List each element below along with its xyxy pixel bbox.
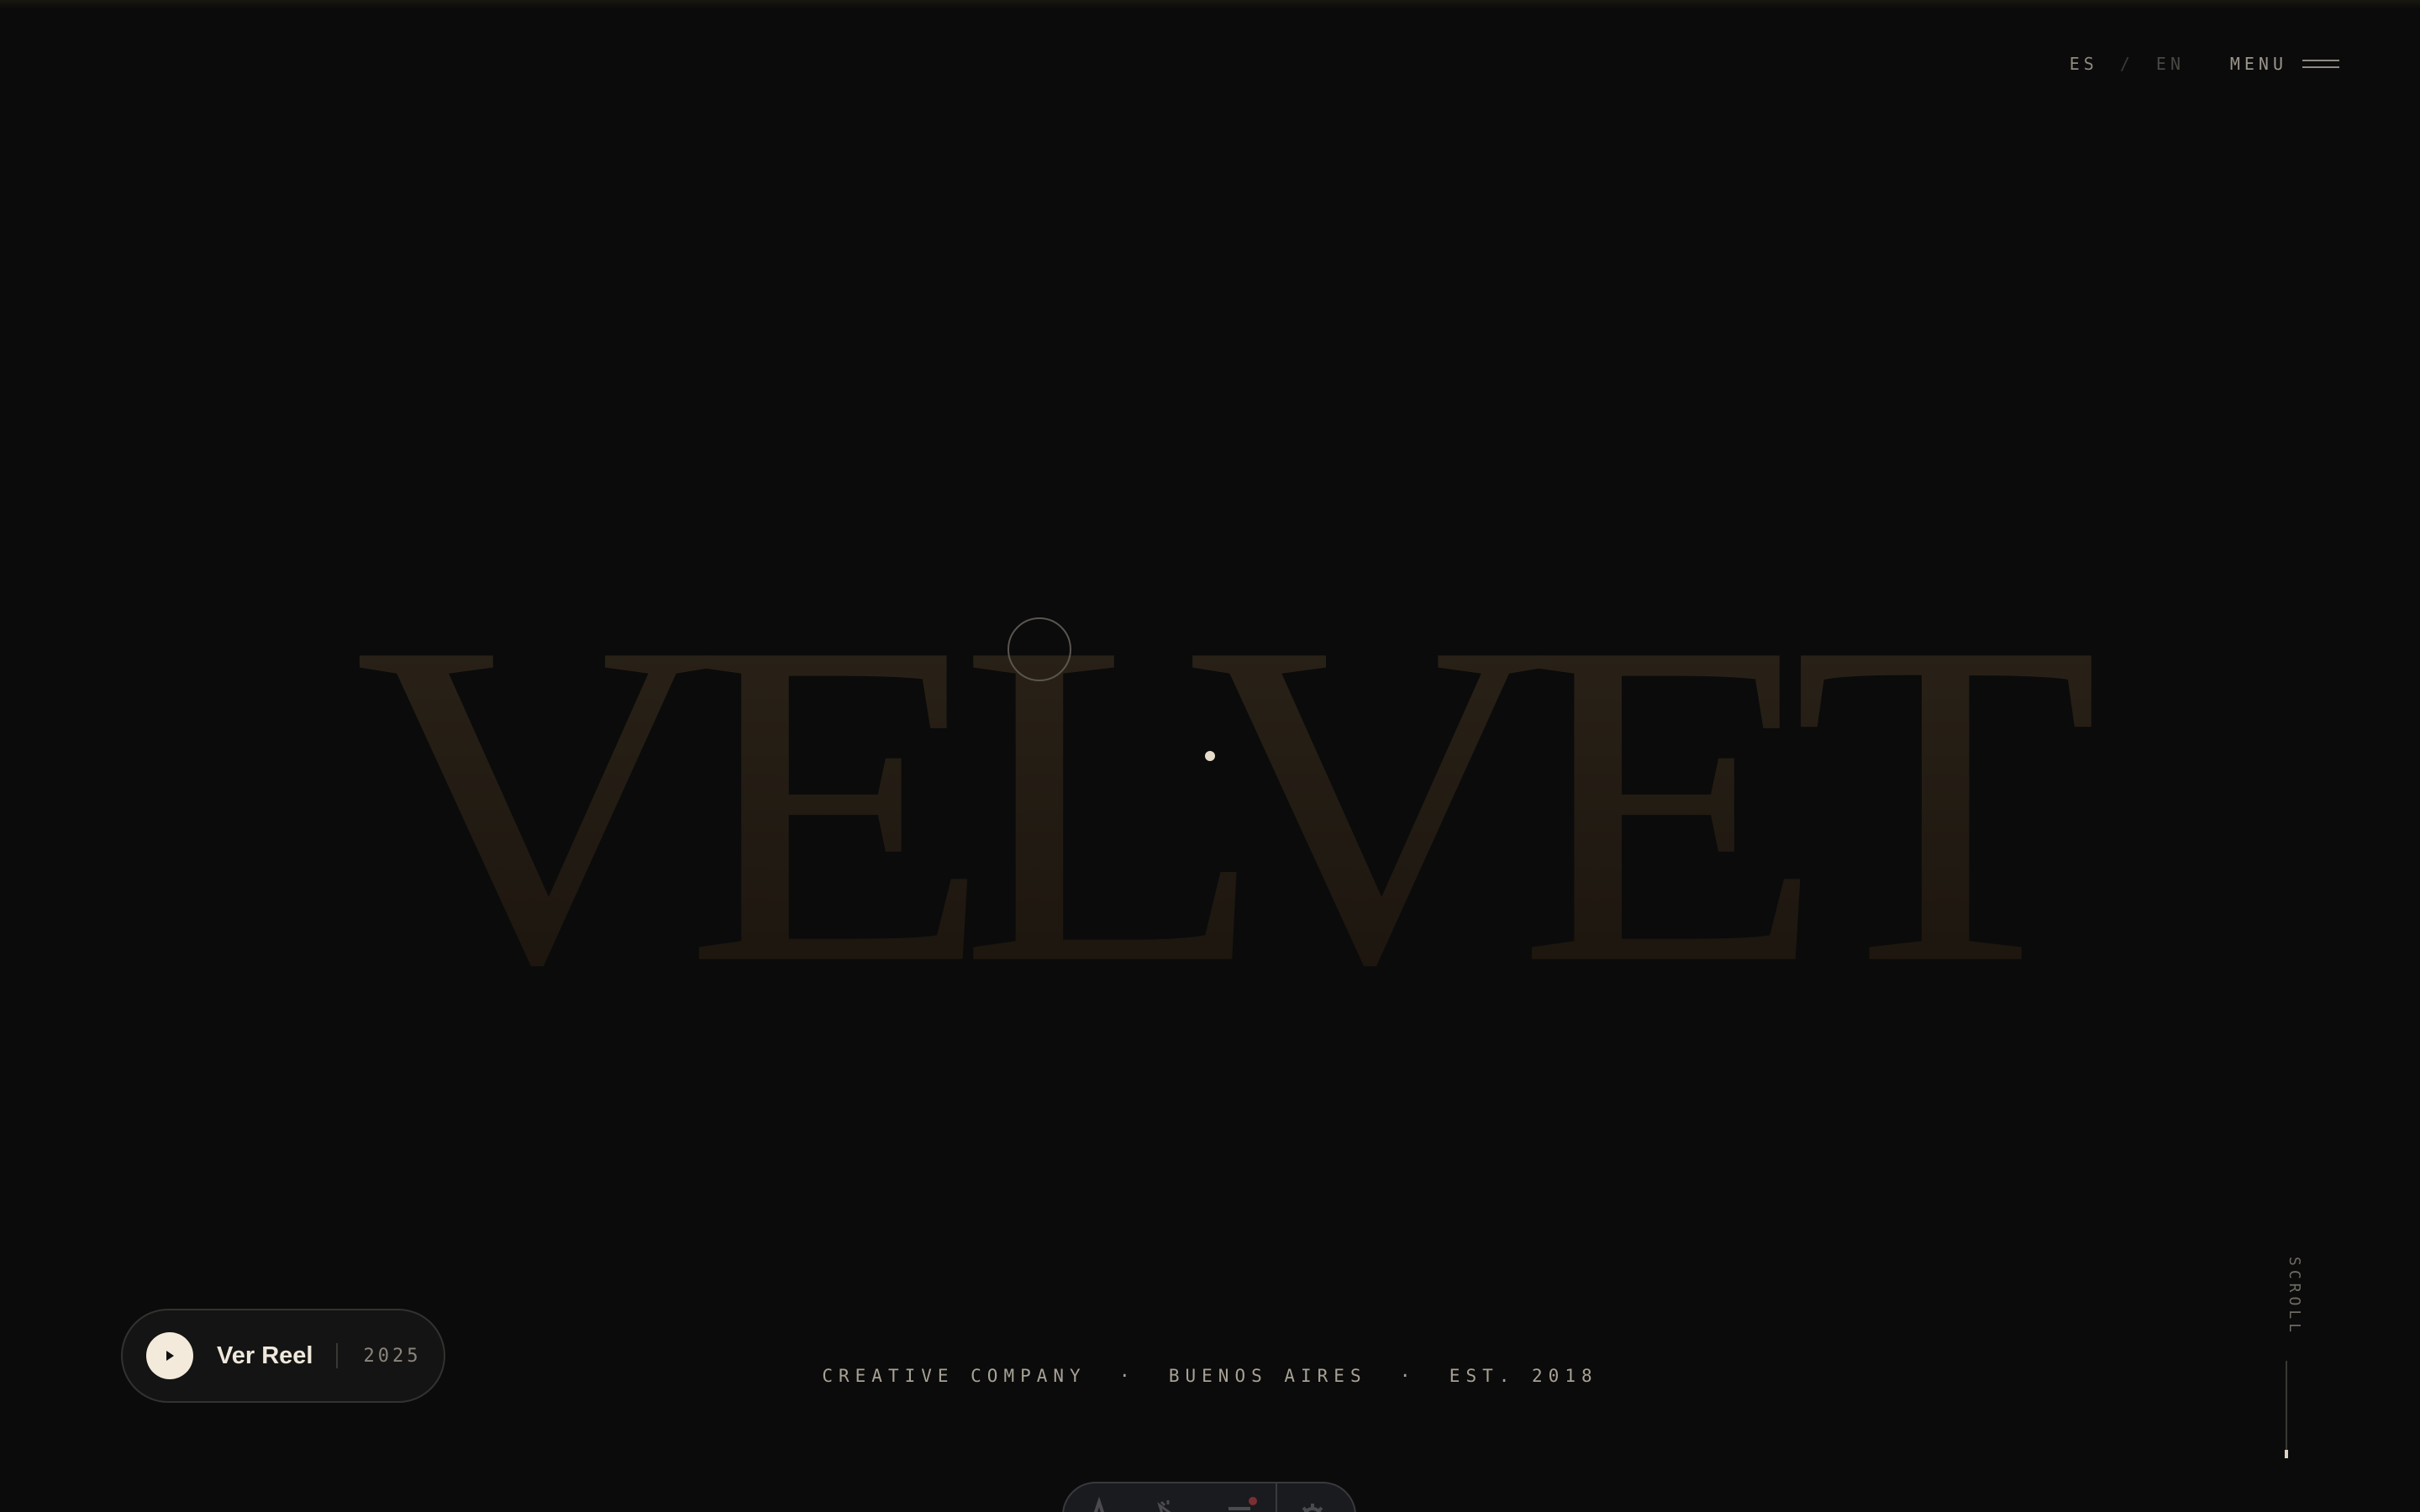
hero-wordmark: VELVET	[0, 571, 2420, 1035]
lang-es-link[interactable]: ES	[2070, 54, 2098, 74]
settings-icon[interactable]	[1277, 1497, 1348, 1512]
menu-button[interactable]: MENU	[2230, 54, 2339, 74]
reel-year: 2025	[363, 1345, 422, 1367]
layers-icon[interactable]	[1205, 1497, 1276, 1512]
scroll-progress-indicator	[2285, 1450, 2288, 1458]
custom-cursor-dot	[1205, 751, 1215, 761]
watch-reel-button[interactable]: Ver Reel 2025	[121, 1309, 445, 1403]
lang-separator: /	[2119, 54, 2134, 74]
scroll-track	[2286, 1361, 2287, 1458]
company-tagline: CREATIVE COMPANY · BUENOS AIRES · EST. 2…	[822, 1366, 1598, 1386]
language-switcher: ES / EN	[2070, 54, 2185, 74]
top-edge-glow	[0, 0, 2420, 8]
menu-label: MENU	[2229, 54, 2287, 74]
scroll-label: SCROLL	[2286, 1257, 2303, 1337]
custom-cursor-ring	[1007, 617, 1071, 681]
hamburger-icon	[2302, 58, 2339, 70]
bottom-toolbar	[1062, 1482, 1356, 1512]
text-tool-icon[interactable]	[1064, 1497, 1134, 1512]
lang-en-link[interactable]: EN	[2156, 54, 2185, 74]
notification-dot	[1249, 1497, 1257, 1505]
reel-divider	[336, 1343, 339, 1368]
cursor-edit-icon[interactable]	[1134, 1497, 1205, 1512]
